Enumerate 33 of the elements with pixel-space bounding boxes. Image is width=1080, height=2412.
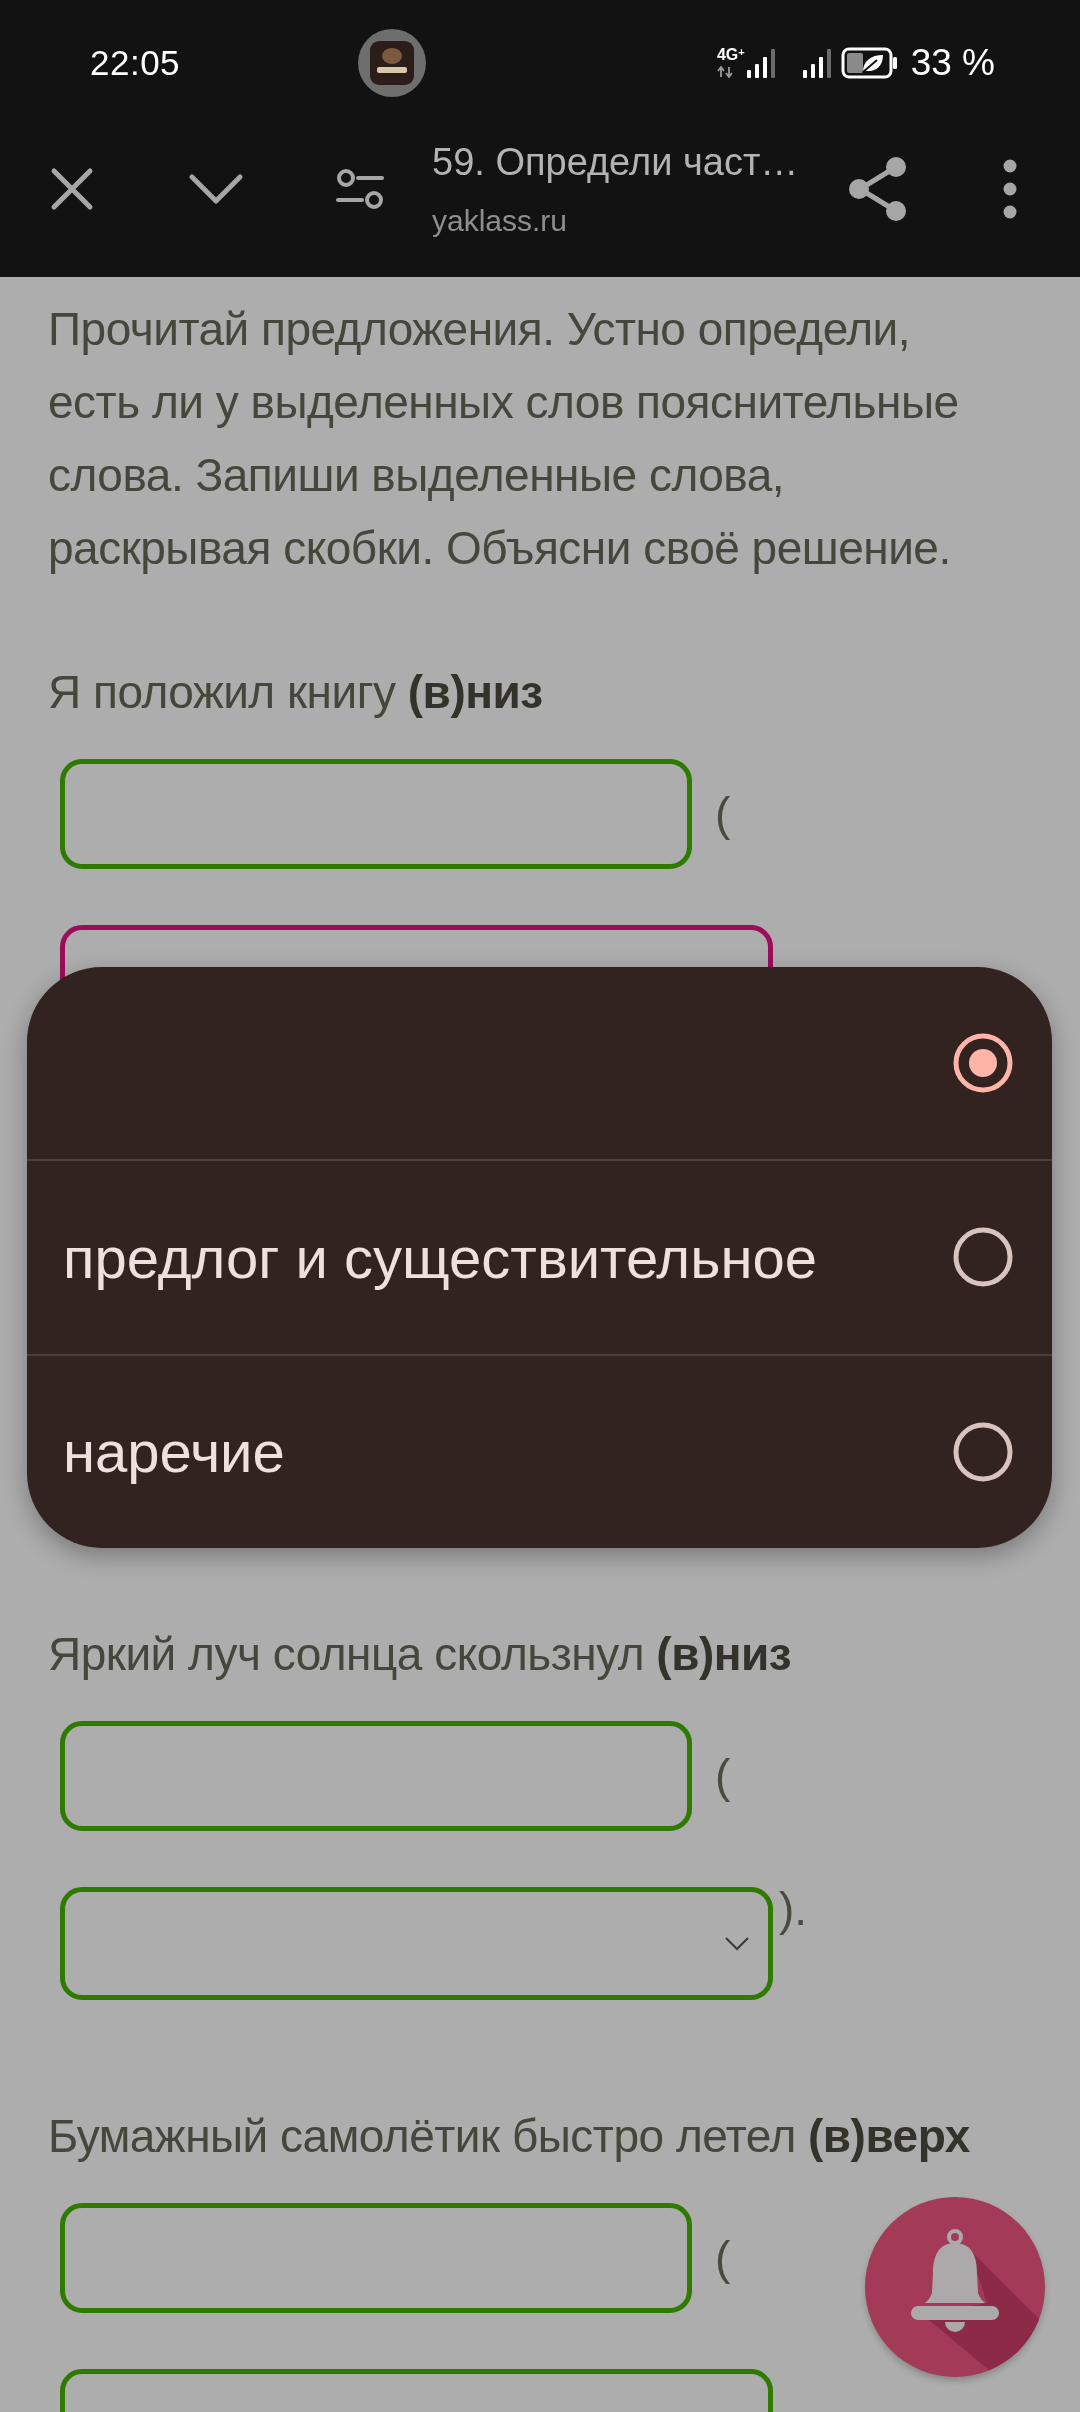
answer-input-field[interactable]: [60, 2203, 692, 2313]
task-sentence: Бумажный самолётик быстро летел (в)верх: [48, 2109, 971, 2164]
task-instructions: Прочитай предложения. Устно определи, есть ли у выделенных слов пояснительные слова. Запиши выделенные слова, раскрывая скобки. Объясни своё решение.: [48, 302, 960, 576]
signal-icon: [746, 47, 775, 78]
bracket-text: (: [714, 1749, 732, 1804]
share-icon[interactable]: [848, 156, 908, 222]
battery-icon: [840, 46, 899, 79]
page-url: yaklass.ru: [432, 203, 568, 239]
bracket-text: (: [714, 2231, 732, 2286]
data-arrows-icon: [716, 66, 733, 78]
answer-input-field[interactable]: [60, 1721, 692, 1831]
network-type-label: 4G$^{+}$: [716, 47, 745, 63]
bracket-text: (: [714, 787, 732, 842]
radio-button[interactable]: [953, 1227, 1013, 1288]
close-icon[interactable]: [50, 167, 94, 211]
radio-button[interactable]: [953, 1421, 1013, 1482]
task-sentence: Я положил книгу (в)низ: [48, 665, 544, 720]
sliders-icon[interactable]: [336, 168, 384, 210]
answer-input-field[interactable]: [60, 759, 692, 869]
menu-option[interactable]: предлог и существительное: [63, 1224, 817, 1291]
signal-icon: [802, 47, 831, 78]
battery-percent: 33 %: [910, 41, 995, 84]
page-title: 59. Определи част…: [432, 140, 799, 185]
bell-icon: [911, 2229, 999, 2332]
chevron-down-icon: [724, 1935, 750, 1952]
task-sentence: Яркий луч солнца скользнул (в)низ: [48, 1627, 793, 1682]
app-notification-icon: [358, 28, 427, 97]
menu-option[interactable]: наречие: [63, 1418, 285, 1486]
more-options-icon[interactable]: [1003, 159, 1017, 219]
status-time: 22:05: [90, 42, 181, 83]
chevron-down-icon[interactable]: [188, 173, 244, 205]
dropdown-field[interactable]: [60, 1887, 773, 2000]
radio-button[interactable]: [953, 1033, 1013, 1094]
